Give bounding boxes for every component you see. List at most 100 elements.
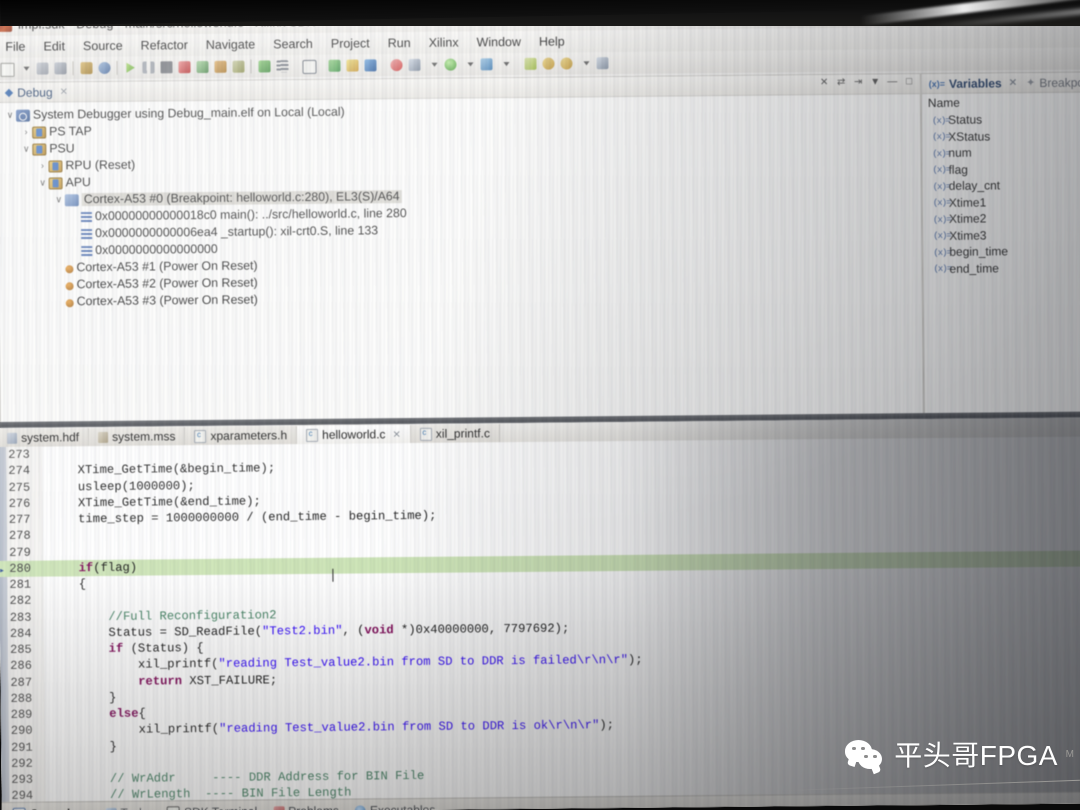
twisty-icon[interactable]: ∨ xyxy=(4,110,16,120)
tab-problems[interactable]: Problems xyxy=(266,804,346,810)
twisty-icon[interactable]: ∨ xyxy=(53,194,65,204)
instruction-stepping-icon[interactable] xyxy=(255,58,272,75)
console-icon[interactable] xyxy=(299,57,317,75)
step-return-icon[interactable]: ⇥ xyxy=(852,76,865,89)
build-icon[interactable] xyxy=(77,60,94,77)
breakpoint-icon[interactable]: ▸ xyxy=(0,563,7,576)
tab-variables[interactable]: (x)= Variables ⨯ xyxy=(922,73,1025,93)
variable-row[interactable]: (x)= begin_time xyxy=(933,242,1080,260)
last-edit-icon[interactable] xyxy=(593,55,610,72)
drop-to-frame-icon[interactable] xyxy=(229,58,246,75)
menu-help[interactable]: Help xyxy=(531,32,573,50)
variable-row[interactable]: (x)= Xtime3 xyxy=(933,226,1080,244)
save-icon[interactable] xyxy=(33,60,50,77)
next-annotation-icon[interactable] xyxy=(539,55,556,72)
line-number: 273 xyxy=(8,447,30,462)
variable-row[interactable]: (x)= num xyxy=(932,143,1080,161)
tree-row-label: PSU xyxy=(49,141,75,156)
tree-row-label: Cortex-A53 #1 (Power On Reset) xyxy=(76,258,258,275)
variable-row[interactable]: (x)= Xtime1 xyxy=(933,193,1080,211)
suspend-icon[interactable] xyxy=(139,59,156,76)
save-all-icon[interactable] xyxy=(51,60,68,77)
maximize-icon[interactable]: □ xyxy=(903,75,916,88)
debug-config-icon[interactable] xyxy=(95,59,112,76)
twisty-icon[interactable]: › xyxy=(36,161,48,171)
board-support-icon[interactable] xyxy=(361,57,378,74)
menu-search[interactable]: Search xyxy=(265,35,321,54)
tab-tasks[interactable]: Tasks xyxy=(98,805,158,810)
minimize-icon[interactable]: — xyxy=(886,75,899,88)
line-number: 278 xyxy=(8,528,31,544)
program-fpga-icon[interactable] xyxy=(325,57,342,74)
tab-executables[interactable]: Executables xyxy=(348,803,443,810)
variable-icon: (x)= xyxy=(932,132,950,143)
annotation-dropdown-icon[interactable] xyxy=(575,55,592,72)
tab-sdk-terminal-label: SDK Terminal xyxy=(184,805,257,810)
stack-frame-icon xyxy=(80,212,93,223)
core-icon xyxy=(48,159,63,172)
editor-tab-xparameters-h[interactable]: xparameters.h xyxy=(185,426,298,446)
twisty-icon[interactable]: ∨ xyxy=(20,144,32,154)
new-dropdown-icon[interactable] xyxy=(15,60,32,77)
menu-edit[interactable]: Edit xyxy=(35,37,73,55)
previous-annotation-icon[interactable] xyxy=(557,55,574,72)
step-return-icon[interactable] xyxy=(211,58,228,75)
expand-all-icon[interactable]: ⇄ xyxy=(835,76,848,89)
tree-row-label: 0x0000000000000000 xyxy=(95,242,218,258)
step-over-icon[interactable] xyxy=(193,58,210,75)
tab-console[interactable]: Console ⨯ xyxy=(6,806,97,810)
menu-navigate[interactable]: Navigate xyxy=(198,35,264,54)
debug-icon[interactable] xyxy=(477,56,494,73)
tab-sdk-terminal[interactable]: SDK Terminal xyxy=(160,804,264,810)
problems-icon xyxy=(273,805,285,810)
step-into-icon[interactable] xyxy=(175,59,192,76)
menu-window[interactable]: Window xyxy=(468,33,529,52)
run-dropdown-icon[interactable] xyxy=(459,56,476,73)
external-tools-icon[interactable] xyxy=(405,56,422,73)
editor-tab-system-hdf[interactable]: system.hdf xyxy=(0,428,90,447)
editor-tab-system-mss[interactable]: system.mss xyxy=(89,427,186,447)
view-menu-icon[interactable]: ▼ xyxy=(869,75,882,88)
editor-tab-xil-printf-c[interactable]: xil_printf.c xyxy=(410,424,501,444)
debug-tab-close-icon[interactable]: ⨯ xyxy=(60,86,68,97)
resume-icon[interactable] xyxy=(121,59,138,76)
run-icon[interactable] xyxy=(441,56,458,73)
search-icon[interactable] xyxy=(521,55,538,72)
menu-xilinx[interactable]: Xilinx xyxy=(421,33,467,51)
generate-bitstream-icon[interactable] xyxy=(343,57,360,74)
variable-name: num xyxy=(948,145,972,161)
core-icon xyxy=(32,143,47,156)
line-text: if(flag) xyxy=(49,559,138,577)
watermark: 平头哥FPGA xyxy=(845,740,1058,772)
debug-dropdown-icon[interactable] xyxy=(495,56,512,73)
variable-row[interactable]: (x)= XStatus xyxy=(932,127,1080,145)
variable-row[interactable]: (x)= flag xyxy=(932,160,1080,178)
menu-run[interactable]: Run xyxy=(380,34,419,52)
variable-row[interactable]: (x)= Status xyxy=(932,110,1080,128)
editor-tab-close-icon[interactable]: ⨯ xyxy=(392,429,400,440)
menu-refactor[interactable]: Refactor xyxy=(133,36,196,55)
tab-breakpoints[interactable]: ✦ Breakpoints xyxy=(1024,72,1080,92)
new-icon[interactable] xyxy=(0,60,15,77)
show-disassembly-icon[interactable] xyxy=(273,58,290,75)
variable-row[interactable]: (x)= end_time xyxy=(933,259,1080,277)
variable-name: Status xyxy=(947,112,983,128)
monitor-photo: impl.sdk - Debug - main/src/helloworld.c… xyxy=(0,0,1080,810)
flash-icon[interactable] xyxy=(387,57,404,74)
external-tools-dropdown-icon[interactable] xyxy=(423,56,440,73)
variable-name: flag xyxy=(948,162,968,177)
variables-tab-close-icon[interactable]: ⨯ xyxy=(1009,77,1017,88)
editor-tab-helloworld-c[interactable]: helloworld.c ⨯ xyxy=(297,425,411,445)
collapse-all-icon[interactable]: ✕ xyxy=(818,76,831,89)
menu-project[interactable]: Project xyxy=(323,34,378,53)
toolbar-separator-3 xyxy=(250,59,252,74)
tab-debug[interactable]: ◆ Debug ⨯ xyxy=(0,82,75,102)
variable-row[interactable]: (x)= delay_cnt xyxy=(933,176,1080,194)
terminate-icon[interactable] xyxy=(157,59,174,76)
variable-name: XStatus xyxy=(948,129,991,144)
twisty-icon[interactable]: ∨ xyxy=(37,178,49,188)
variable-row[interactable]: (x)= Xtime2 xyxy=(933,209,1080,227)
menu-source[interactable]: Source xyxy=(75,37,131,56)
menu-file[interactable]: File xyxy=(0,38,34,56)
twisty-icon[interactable]: › xyxy=(20,127,32,137)
